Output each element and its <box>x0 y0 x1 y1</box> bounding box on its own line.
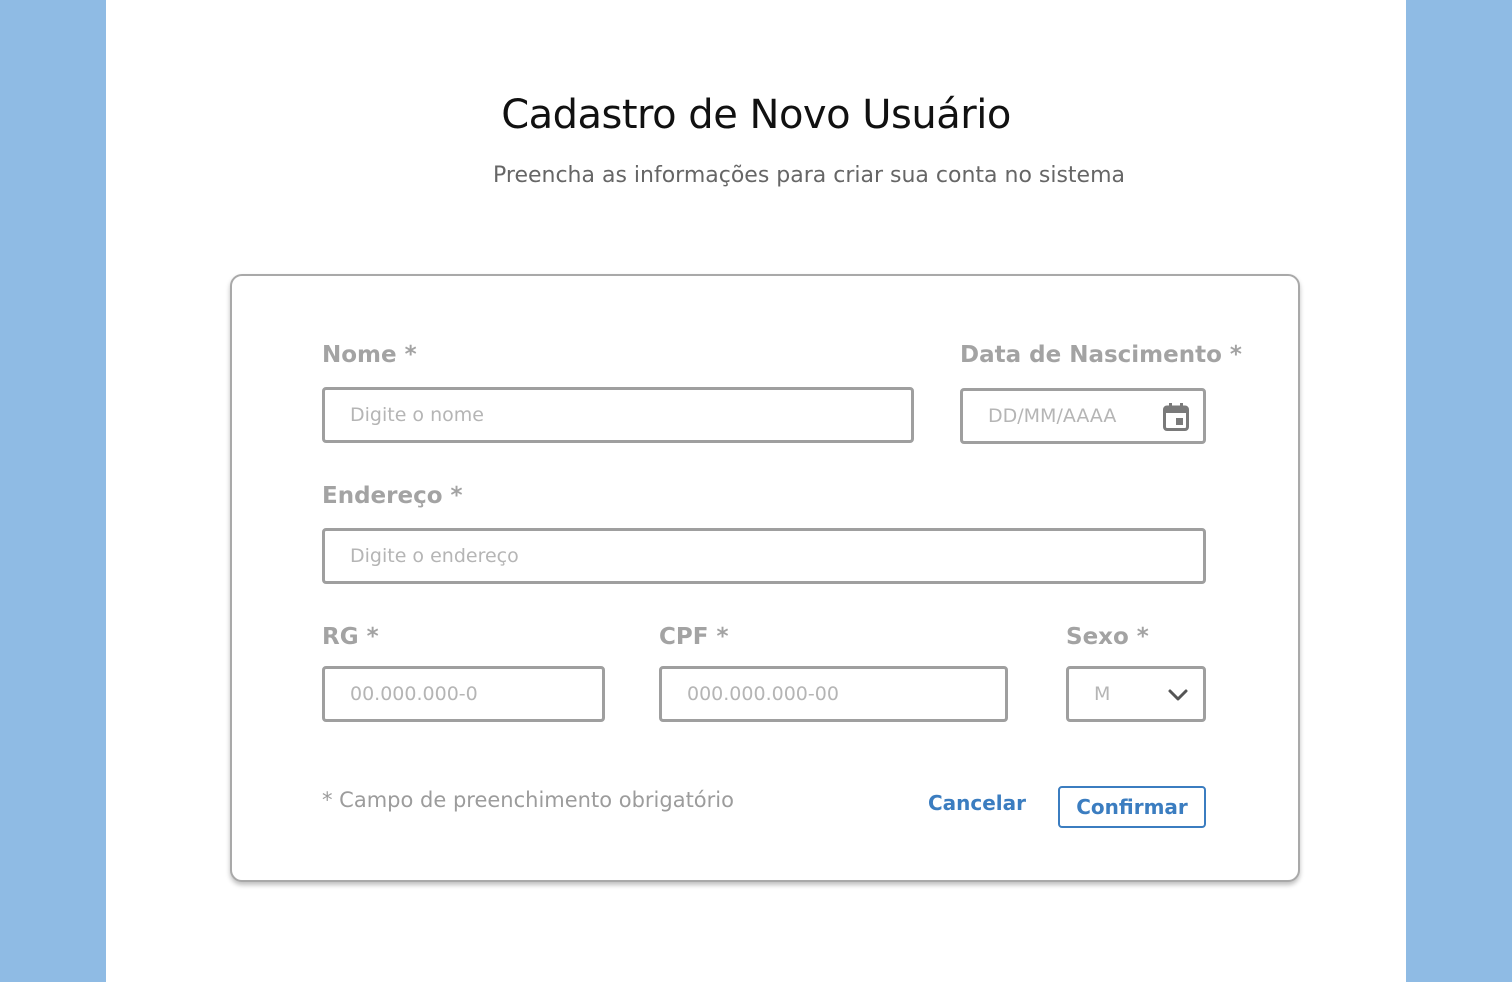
required-field-note: * Campo de preenchimento obrigatório <box>322 788 734 812</box>
rg-input[interactable]: 00.000.000-0 <box>322 666 605 722</box>
data-nascimento-placeholder: DD/MM/AAAA <box>988 405 1117 427</box>
cpf-placeholder: 000.000.000-00 <box>687 683 839 705</box>
sexo-select[interactable]: M <box>1066 666 1206 722</box>
rg-label: RG * <box>322 624 379 650</box>
registration-form-card: Nome * Digite o nome Data de Nascimento … <box>230 274 1300 882</box>
chevron-down-icon[interactable] <box>1167 687 1189 703</box>
page-subtitle: Preencha as informações para criar sua c… <box>493 163 1126 188</box>
cpf-input[interactable]: 000.000.000-00 <box>659 666 1008 722</box>
calendar-icon[interactable] <box>1163 403 1189 431</box>
sexo-selected-value: M <box>1094 683 1111 705</box>
page: Cadastro de Novo Usuário Preencha as inf… <box>106 0 1406 982</box>
cpf-label: CPF * <box>659 624 729 650</box>
sexo-label: Sexo * <box>1066 624 1149 650</box>
rg-placeholder: 00.000.000-0 <box>350 683 478 705</box>
endereco-input[interactable]: Digite o endereço <box>322 528 1206 584</box>
endereco-placeholder: Digite o endereço <box>350 545 519 567</box>
data-nascimento-label: Data de Nascimento * <box>960 342 1242 368</box>
nome-input[interactable]: Digite o nome <box>322 387 914 443</box>
endereco-label: Endereço * <box>322 483 463 509</box>
nome-placeholder: Digite o nome <box>350 404 484 426</box>
confirm-button[interactable]: Confirmar <box>1058 786 1206 828</box>
nome-label: Nome * <box>322 342 417 368</box>
data-nascimento-input[interactable]: DD/MM/AAAA <box>960 388 1206 444</box>
page-title: Cadastro de Novo Usuário <box>501 92 1011 138</box>
cancel-button[interactable]: Cancelar <box>922 791 1032 815</box>
